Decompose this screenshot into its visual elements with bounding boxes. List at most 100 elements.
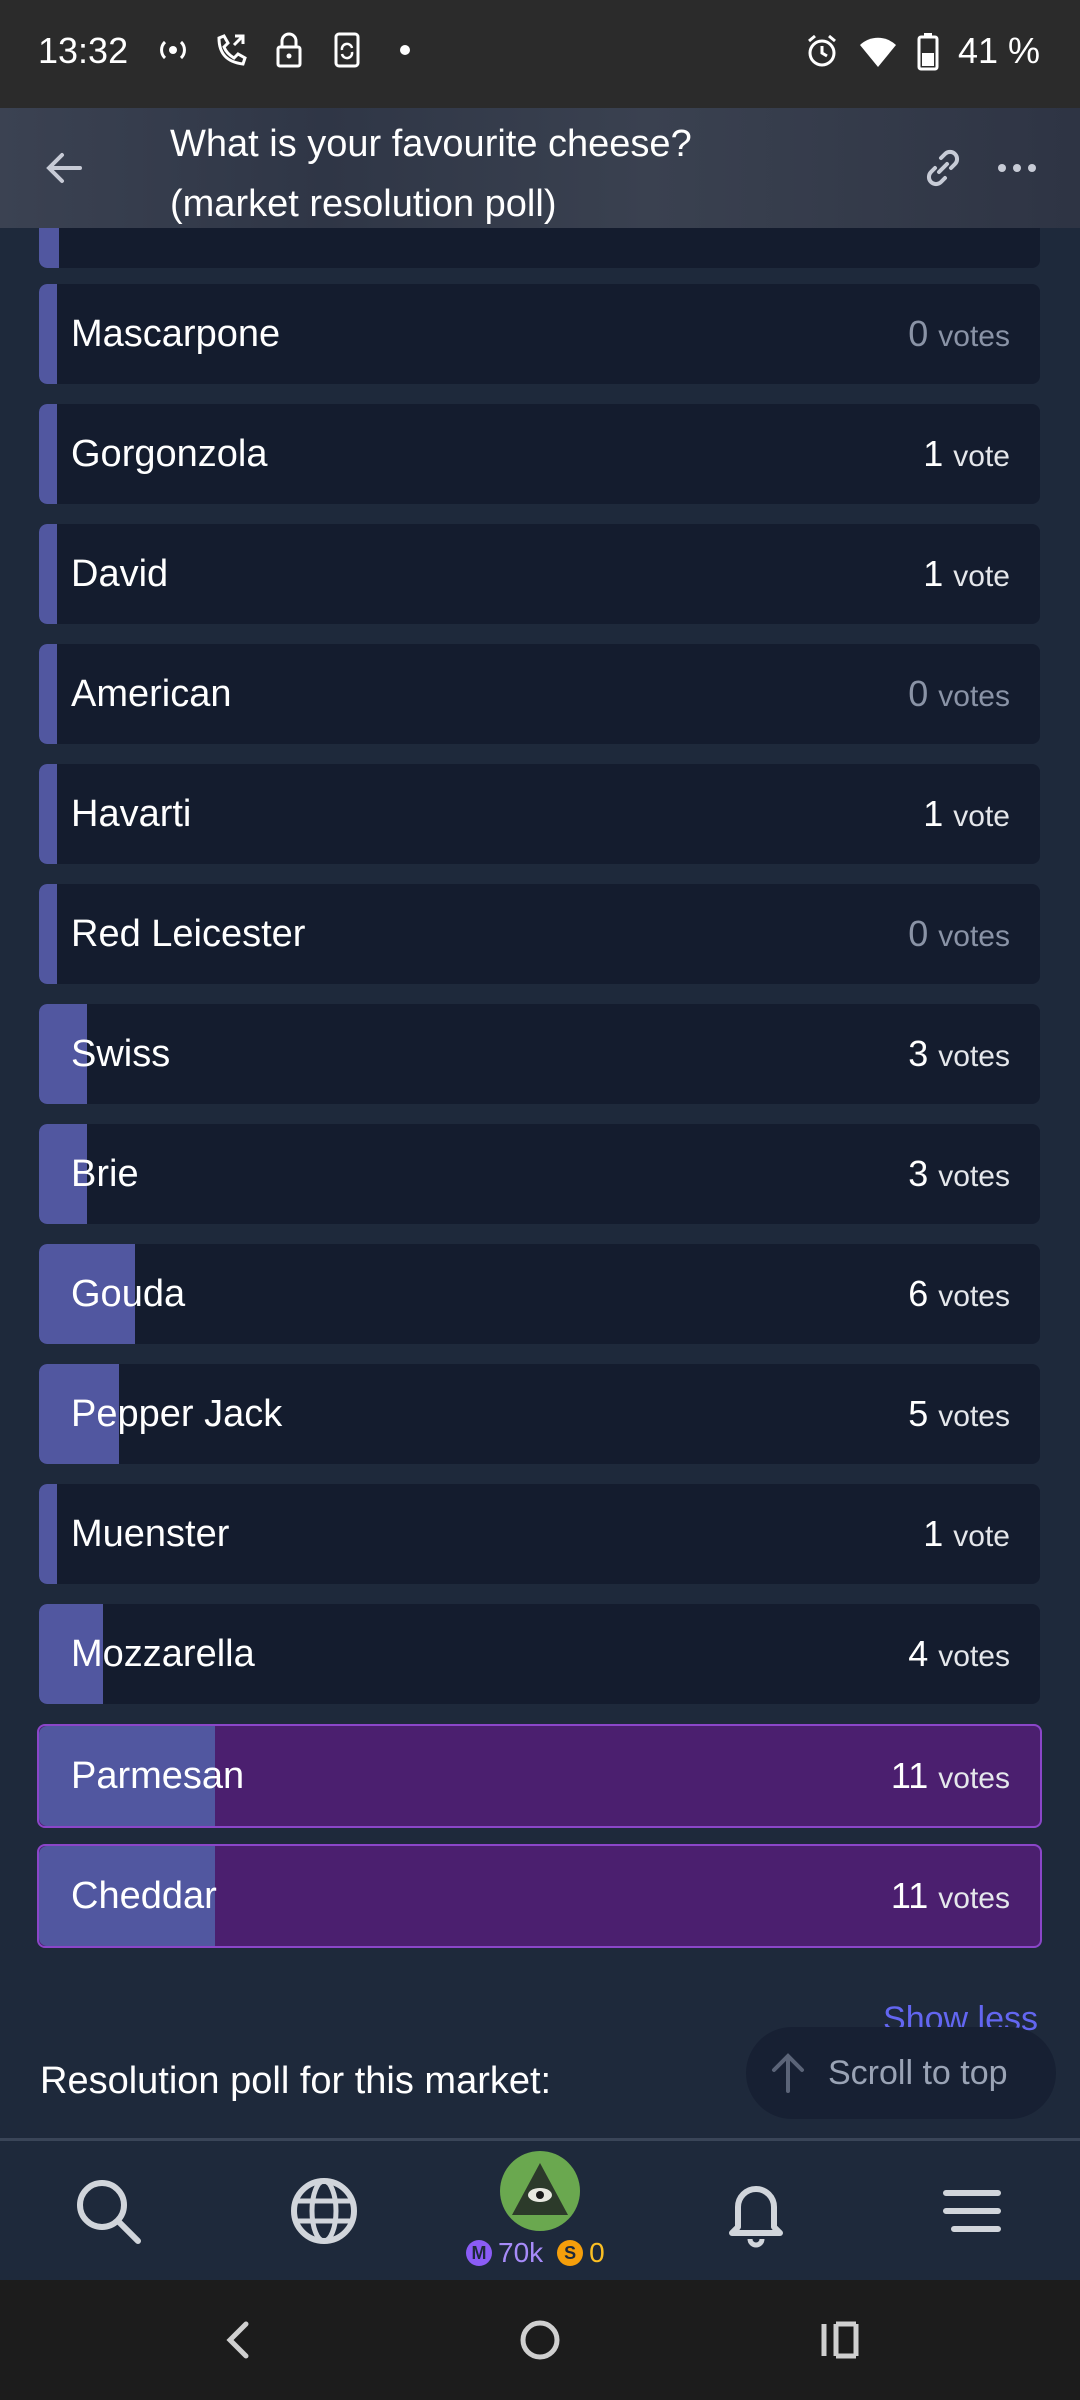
poll-option-label: Mascarpone xyxy=(71,313,281,355)
poll-option-vote-count: 0 votes xyxy=(908,644,1010,744)
mana-balance: 70k xyxy=(498,2237,544,2268)
battery-percent: 41 % xyxy=(957,30,1040,71)
poll-option-vote-count: 1 vote xyxy=(923,764,1010,864)
page-title: What is your favourite cheese? (market r… xyxy=(170,114,750,234)
vote-number: 0 xyxy=(908,913,929,954)
poll-option-pepper-jack[interactable]: Pepper Jack 5 votes xyxy=(39,1364,1040,1464)
status-time: 13:32 xyxy=(38,30,129,71)
poll-option-gouda[interactable]: Gouda 6 votes xyxy=(39,1244,1040,1344)
poll-option-label: Gorgonzola xyxy=(71,433,268,475)
menu-icon[interactable] xyxy=(932,2171,1012,2251)
system-recents-icon[interactable] xyxy=(810,2310,870,2370)
vote-unit: votes xyxy=(938,1400,1010,1433)
vote-number: 1 xyxy=(923,1513,944,1554)
status-bar: 13:32 41 % xyxy=(0,0,1080,108)
vote-unit: votes xyxy=(938,1762,1010,1795)
poll-option-vote-count: 6 votes xyxy=(908,1244,1010,1344)
poll-option-fill xyxy=(39,1484,57,1584)
poll-option-brie[interactable]: Brie 3 votes xyxy=(39,1124,1040,1224)
poll-option-partial[interactable] xyxy=(39,228,1040,268)
vote-unit: votes xyxy=(938,1160,1010,1193)
vote-unit: vote xyxy=(953,440,1010,473)
poll-option-swiss[interactable]: Swiss 3 votes xyxy=(39,1004,1040,1104)
poll-option-vote-count: 1 vote xyxy=(923,524,1010,624)
poll-option-label: Red Leicester xyxy=(71,913,306,955)
more-horizontal-icon[interactable] xyxy=(992,143,1042,193)
poll-option-red-leicester[interactable]: Red Leicester 0 votes xyxy=(39,884,1040,984)
vote-number: 1 xyxy=(923,793,944,834)
vote-number: 11 xyxy=(890,1875,929,1916)
poll-option-vote-count: 0 votes xyxy=(908,284,1010,384)
poll-option-label: David xyxy=(71,553,169,595)
system-back-icon[interactable] xyxy=(210,2310,270,2370)
poll-option-label: Muenster xyxy=(71,1513,230,1555)
alarm-icon xyxy=(807,34,836,67)
arrow-up-icon xyxy=(772,2053,804,2093)
poll-options-list: Mascarpone 0 votes Gorgonzola 1 vote David 1 vot… xyxy=(0,228,1080,1968)
system-nav-bar xyxy=(0,2280,1080,2400)
hotspot-icon xyxy=(160,40,186,60)
poll-option-mozzarella[interactable]: Mozzarella 4 votes xyxy=(39,1604,1040,1704)
poll-option-vote-count: 3 votes xyxy=(908,1004,1010,1104)
poll-option-vote-count: 3 votes xyxy=(908,1124,1010,1224)
link-icon[interactable] xyxy=(918,143,968,193)
system-home-icon[interactable] xyxy=(510,2310,570,2370)
vote-number: 5 xyxy=(908,1393,929,1434)
poll-option-label: Brie xyxy=(71,1153,139,1195)
poll-option-david[interactable]: David 1 vote xyxy=(39,524,1040,624)
page-title-line1: What is your favourite cheese? xyxy=(170,123,692,165)
poll-option-mascarpone[interactable]: Mascarpone 0 votes xyxy=(39,284,1040,384)
poll-option-cheddar[interactable]: Cheddar 11 votes xyxy=(37,1844,1042,1948)
mana-coin-icon: M xyxy=(466,2240,492,2266)
poll-option-label: Parmesan xyxy=(71,1755,245,1797)
eye-pyramid-icon xyxy=(512,2163,568,2215)
vote-number: 3 xyxy=(908,1153,929,1194)
poll-option-havarti[interactable]: Havarti 1 vote xyxy=(39,764,1040,864)
app-header: What is your favourite cheese? (market r… xyxy=(0,108,1080,228)
poll-option-american[interactable]: American 0 votes xyxy=(39,644,1040,744)
wifi-icon xyxy=(859,37,896,67)
vote-number: 1 xyxy=(923,553,944,594)
poll-option-fill xyxy=(39,764,57,864)
bell-icon[interactable] xyxy=(716,2171,796,2251)
poll-option-fill xyxy=(39,284,57,384)
poll-option-parmesan[interactable]: Parmesan 11 votes xyxy=(37,1724,1042,1828)
poll-option-label: Gouda xyxy=(71,1273,186,1315)
search-icon[interactable] xyxy=(68,2171,148,2251)
resolution-poll-text: Resolution poll for this market: xyxy=(40,2060,552,2102)
poll-option-label: Cheddar xyxy=(71,1875,217,1917)
poll-option-vote-count: 11 votes xyxy=(890,1846,1010,1946)
page-title-line2: (market resolution poll) xyxy=(170,183,557,225)
sweep-balance: 0 xyxy=(589,2237,605,2268)
poll-option-fill xyxy=(39,404,57,504)
poll-option-fill xyxy=(39,644,57,744)
avatar[interactable] xyxy=(500,2151,580,2231)
battery-icon xyxy=(917,33,939,71)
poll-option-vote-count: 1 vote xyxy=(923,404,1010,504)
vote-unit: votes xyxy=(938,320,1010,353)
sweep-coin-icon: S xyxy=(557,2240,584,2266)
arrow-left-icon[interactable] xyxy=(40,143,90,193)
vote-unit: vote xyxy=(953,1520,1010,1553)
vote-number: 1 xyxy=(923,433,944,474)
vote-number: 0 xyxy=(908,673,929,714)
dot-icon xyxy=(400,45,410,55)
vote-unit: vote xyxy=(953,560,1010,593)
vote-number: 4 xyxy=(908,1633,929,1674)
vote-unit: vote xyxy=(953,800,1010,833)
globe-icon[interactable] xyxy=(284,2171,364,2251)
scroll-to-top-button[interactable]: Scroll to top xyxy=(746,2027,1056,2119)
vote-number: 0 xyxy=(908,313,929,354)
vote-unit: votes xyxy=(938,680,1010,713)
poll-option-label: Havarti xyxy=(71,793,192,835)
poll-option-muenster[interactable]: Muenster 1 vote xyxy=(39,1484,1040,1584)
vote-unit: votes xyxy=(938,1280,1010,1313)
poll-option-gorgonzola[interactable]: Gorgonzola 1 vote xyxy=(39,404,1040,504)
wifi-calling-icon xyxy=(217,34,247,66)
poll-option-vote-count: 4 votes xyxy=(908,1604,1010,1704)
bottom-nav: M 70k S 0 xyxy=(0,2138,1080,2283)
vote-unit: votes xyxy=(938,1882,1010,1915)
poll-option-vote-count: 1 vote xyxy=(923,1484,1010,1584)
poll-option-fill xyxy=(39,524,57,624)
poll-option-label: American xyxy=(71,673,232,715)
